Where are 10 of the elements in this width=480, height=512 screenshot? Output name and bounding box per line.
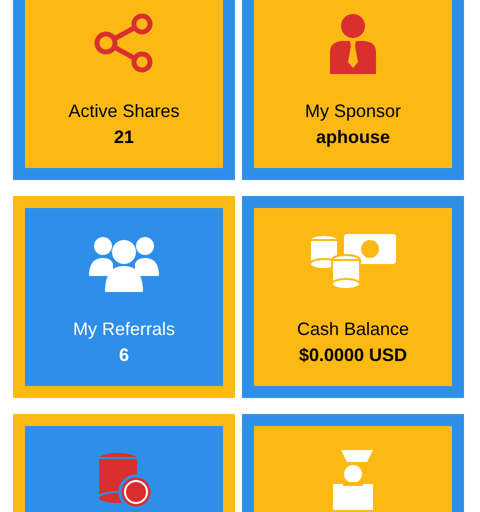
person-with-tie-icon — [328, 12, 378, 74]
card-label: Active Shares — [68, 100, 180, 122]
card-label: My Sponsor — [304, 100, 402, 122]
card-value: aphouse — [316, 126, 390, 148]
card-value: $0.0000 USD — [298, 344, 408, 366]
share-icon — [93, 12, 155, 74]
card-label: Cash Balance — [296, 318, 410, 340]
card-value: 6 — [118, 344, 129, 366]
card-value: 21 — [114, 126, 134, 148]
card-label: My Referrals — [72, 318, 175, 340]
